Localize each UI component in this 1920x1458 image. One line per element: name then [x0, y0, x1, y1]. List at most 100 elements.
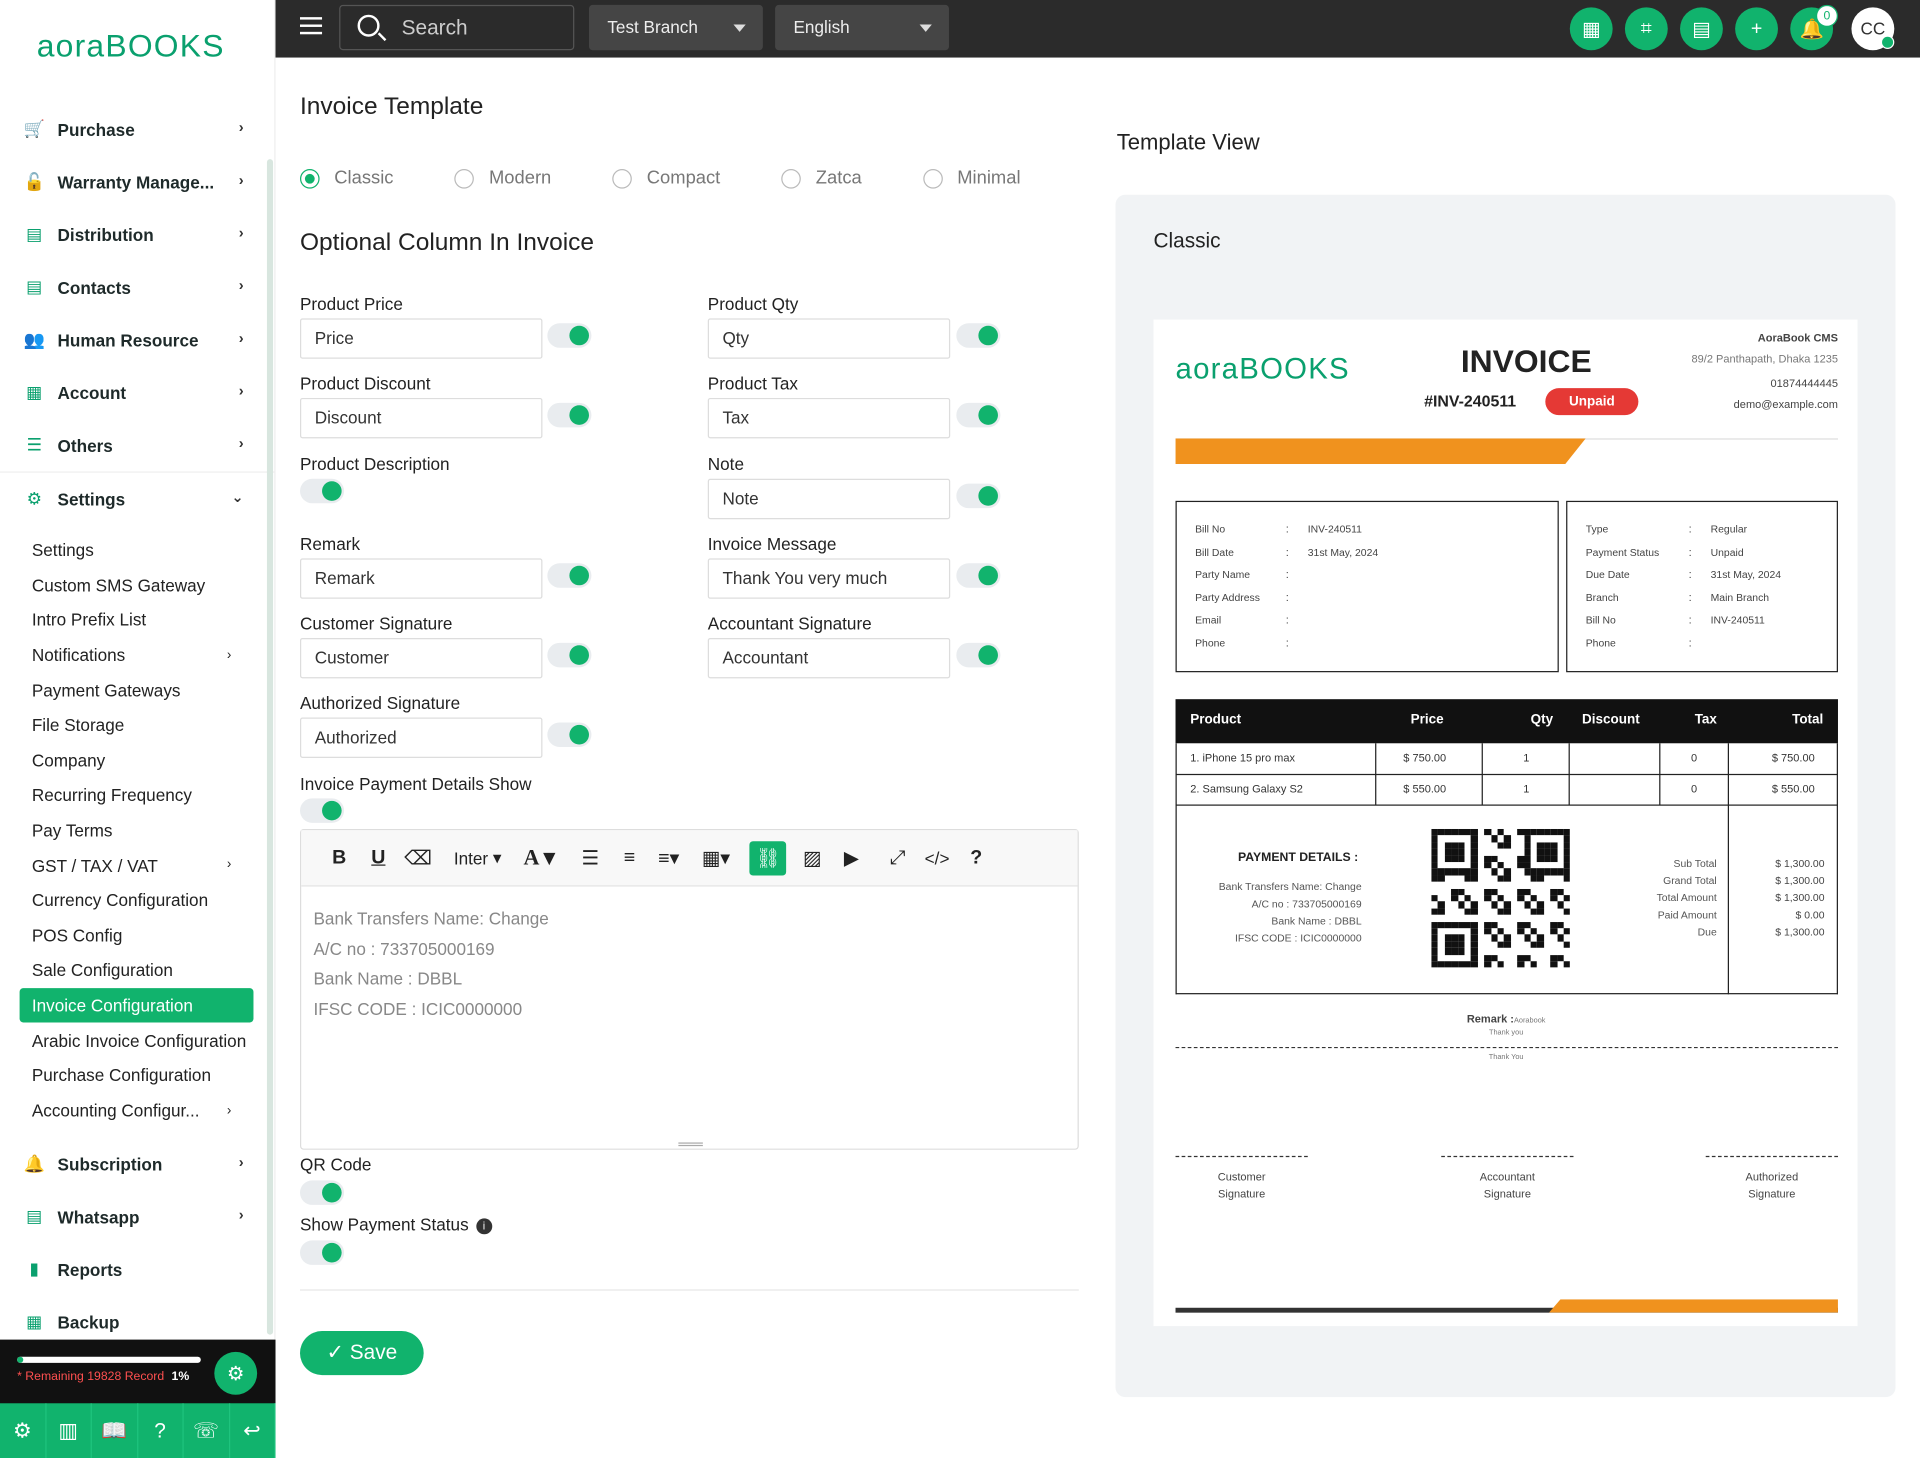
save-button[interactable]: ✓ Save [300, 1331, 424, 1376]
avatar[interactable]: CC [1851, 7, 1895, 51]
logout-icon[interactable]: ↩ [230, 1403, 276, 1458]
product-qty-toggle[interactable] [956, 323, 1001, 348]
table-icon[interactable]: ▦▾ [702, 841, 730, 875]
book-icon[interactable]: 📖 [92, 1403, 138, 1458]
product-price-input[interactable]: Price [300, 318, 543, 359]
settings-icon[interactable]: ⚙ [0, 1403, 46, 1458]
submenu-item-gst-tax-vat[interactable]: GST / TAX / VAT › [20, 848, 254, 883]
fullscreen-icon[interactable]: ⤢ [884, 841, 911, 875]
customer-signature-input[interactable]: Customer [300, 637, 543, 679]
sidebar-item-subscription[interactable]: 🔔 Subscription › [0, 1138, 276, 1191]
authorized-signature-input[interactable]: Authorized [300, 717, 543, 758]
template-radio-classic[interactable]: Classic [300, 168, 393, 189]
submenu-item-settings[interactable]: Settings [20, 533, 254, 568]
support-icon[interactable]: ☏ [184, 1403, 230, 1458]
submenu-item-label: Pay Terms [31, 820, 113, 841]
submenu-item-pay-terms[interactable]: Pay Terms [20, 813, 254, 848]
product-tax-toggle[interactable] [956, 402, 1001, 428]
code-view-icon[interactable]: </> [924, 841, 951, 875]
help-chat-icon[interactable]: ? [138, 1403, 184, 1458]
sidebar-item-others[interactable]: ☰ Others › [0, 419, 276, 472]
sidebar-scrollbar[interactable] [266, 159, 274, 1335]
submenu-item-sale-configuration[interactable]: Sale Configuration [20, 953, 254, 988]
brand-logo[interactable]: aoraBOOKS [37, 27, 225, 65]
total-value: $ 1,300.00 [1775, 891, 1825, 904]
sidebar-item-purchase[interactable]: 🛒 Purchase › [0, 103, 276, 156]
submenu-item-purchase-configuration[interactable]: Purchase Configuration [20, 1058, 254, 1093]
bold-icon[interactable]: B [326, 841, 353, 875]
submenu-item-currency-configuration[interactable]: Currency Configuration [20, 883, 254, 918]
product-price-toggle[interactable] [547, 323, 592, 348]
submenu-item-arabic-invoice-configuration[interactable]: Arabic Invoice Configuration [20, 1023, 254, 1058]
video-icon[interactable]: ▶ [838, 841, 865, 875]
image-icon[interactable]: ▨ [799, 841, 826, 875]
ai-assistant-icon[interactable]: ⚙ [214, 1351, 258, 1395]
search-input[interactable]: Search [339, 4, 575, 51]
info-icon[interactable]: i [476, 1218, 492, 1235]
sidebar-item-account[interactable]: ▦ Account › [0, 366, 276, 419]
sidebar-item-settings[interactable]: ⚙ Settings ⌄ [0, 473, 276, 526]
product-description-toggle[interactable] [300, 478, 345, 504]
numbered-list-icon[interactable]: ≡ [616, 841, 643, 875]
submenu-item-intro-prefix-list[interactable]: Intro Prefix List [20, 603, 254, 638]
remark-input[interactable]: Remark [300, 558, 543, 599]
customer-signature-toggle[interactable] [547, 642, 592, 668]
branch-select[interactable]: Test Branch [588, 4, 763, 51]
template-radio-minimal[interactable]: Minimal [922, 168, 1021, 189]
submenu-item-payment-gateways[interactable]: Payment Gateways [20, 673, 254, 708]
menu-toggle-icon[interactable] [300, 17, 323, 35]
note-toggle[interactable] [956, 483, 1001, 509]
align-icon[interactable]: ≡▾ [655, 841, 682, 875]
editor-content[interactable]: Bank Transfers Name: Change A/C no : 7337… [301, 887, 1077, 1041]
product-discount-input[interactable]: Discount [300, 397, 543, 439]
sidebar-item-human-resource[interactable]: 👥 Human Resource › [0, 313, 276, 366]
submenu-item-accounting-configur[interactable]: Accounting Configur... › [20, 1093, 254, 1128]
show-payment-status-toggle[interactable] [300, 1240, 345, 1265]
invoice-text: Email [1195, 613, 1222, 626]
remark-toggle[interactable] [547, 563, 592, 588]
submenu-item-company[interactable]: Company [20, 743, 254, 778]
underline-icon[interactable]: U [365, 841, 392, 875]
note-input[interactable]: Note [707, 478, 951, 520]
sidebar-item-distribution[interactable]: ▤ Distribution › [0, 208, 276, 261]
language-select[interactable]: English [775, 4, 949, 51]
calculator-icon[interactable]: ▦ [1569, 7, 1613, 51]
payment-details-toggle[interactable] [300, 798, 345, 823]
submenu-item-pos-config[interactable]: POS Config [20, 918, 254, 953]
submenu-item-notifications[interactable]: Notifications › [20, 638, 254, 673]
font-family-select[interactable]: Inter ▾ [454, 841, 502, 875]
book-icon[interactable]: ▤ [1680, 7, 1723, 51]
help-icon[interactable]: ? [963, 841, 990, 875]
scan-icon[interactable]: ⌗ [1624, 7, 1668, 51]
sidebar-item-reports[interactable]: ▮ Reports [0, 1243, 276, 1296]
link-icon[interactable]: ⛓ [749, 840, 787, 875]
submenu-item-custom-sms-gateway[interactable]: Custom SMS Gateway [20, 568, 254, 603]
invoice-message-toggle[interactable] [956, 563, 1001, 588]
invoice-message-input[interactable]: Thank You very much [707, 558, 951, 599]
template-radio-zatca[interactable]: Zatca [781, 168, 862, 189]
bullet-list-icon[interactable]: ☰ [577, 841, 604, 875]
add-icon[interactable]: + [1735, 7, 1778, 51]
submenu-item-file-storage[interactable]: File Storage [20, 708, 254, 743]
product-tax-input[interactable]: Tax [707, 397, 951, 439]
sidebar-item-contacts[interactable]: ▤ Contacts › [0, 261, 276, 314]
sidebar-item-whatsapp[interactable]: ▤ Whatsapp › [0, 1190, 276, 1243]
sidebar-item-warranty-manage[interactable]: 🔓 Warranty Manage... › [0, 156, 276, 209]
product-qty-input[interactable]: Qty [707, 318, 951, 359]
text-color-icon[interactable]: A ▾ [524, 841, 555, 875]
eraser-icon[interactable]: ⌫ [404, 841, 432, 875]
chart-icon[interactable]: ▥ [46, 1403, 92, 1458]
template-radio-compact[interactable]: Compact [612, 168, 720, 189]
qr-code-toggle[interactable] [300, 1180, 345, 1205]
editor-resize-handle[interactable] [678, 1142, 703, 1147]
sidebar-item-backup[interactable]: ▦ Backup [0, 1296, 276, 1340]
accountant-signature-toggle[interactable] [956, 642, 1001, 668]
accountant-signature-input[interactable]: Accountant [707, 637, 951, 679]
template-radio-modern[interactable]: Modern [454, 168, 551, 189]
submenu-item-invoice-configuration[interactable]: Invoice Configuration [19, 987, 254, 1023]
product-discount-toggle[interactable] [547, 402, 592, 428]
submenu-item-recurring-frequency[interactable]: Recurring Frequency [20, 778, 254, 813]
signature-label: Signature [1218, 1187, 1266, 1201]
table-cell: $ 550.00 [1403, 782, 1447, 795]
authorized-signature-toggle[interactable] [547, 722, 592, 747]
